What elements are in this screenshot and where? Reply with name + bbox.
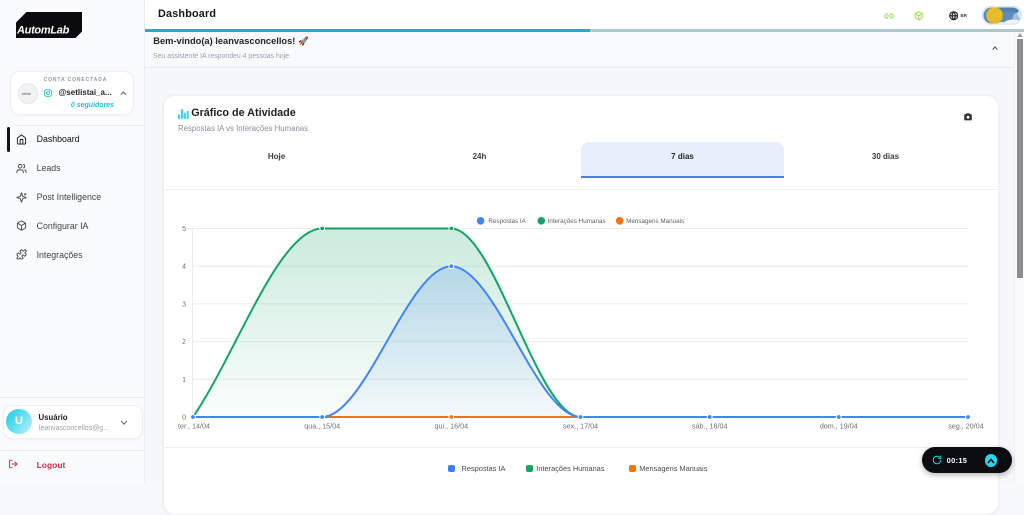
svg-text:dom., 19/04: dom., 19/04	[820, 422, 858, 431]
svg-text:ter., 14/04: ter., 14/04	[178, 422, 210, 431]
svg-text:2: 2	[182, 339, 186, 346]
svg-text:sex., 17/04: sex., 17/04	[563, 422, 598, 431]
svg-text:5: 5	[182, 226, 186, 233]
svg-text:qua., 15/04: qua., 15/04	[304, 422, 340, 431]
svg-text:Interações Humanas: Interações Humanas	[548, 218, 606, 225]
svg-text:AutomLab: AutomLab	[16, 25, 70, 37]
svg-text:qui., 16/04: qui., 16/04	[435, 422, 469, 431]
svg-text:Respostas IA: Respostas IA	[488, 218, 526, 225]
svg-text:Mensagens Manuais: Mensagens Manuais	[626, 218, 684, 225]
svg-text:sáb., 18/04: sáb., 18/04	[692, 422, 728, 431]
svg-text:3: 3	[182, 301, 186, 308]
svg-text:1: 1	[182, 377, 186, 384]
svg-text:4: 4	[182, 264, 186, 271]
svg-text:seg., 20/04: seg., 20/04	[948, 422, 984, 431]
svg-text:0: 0	[182, 415, 186, 422]
